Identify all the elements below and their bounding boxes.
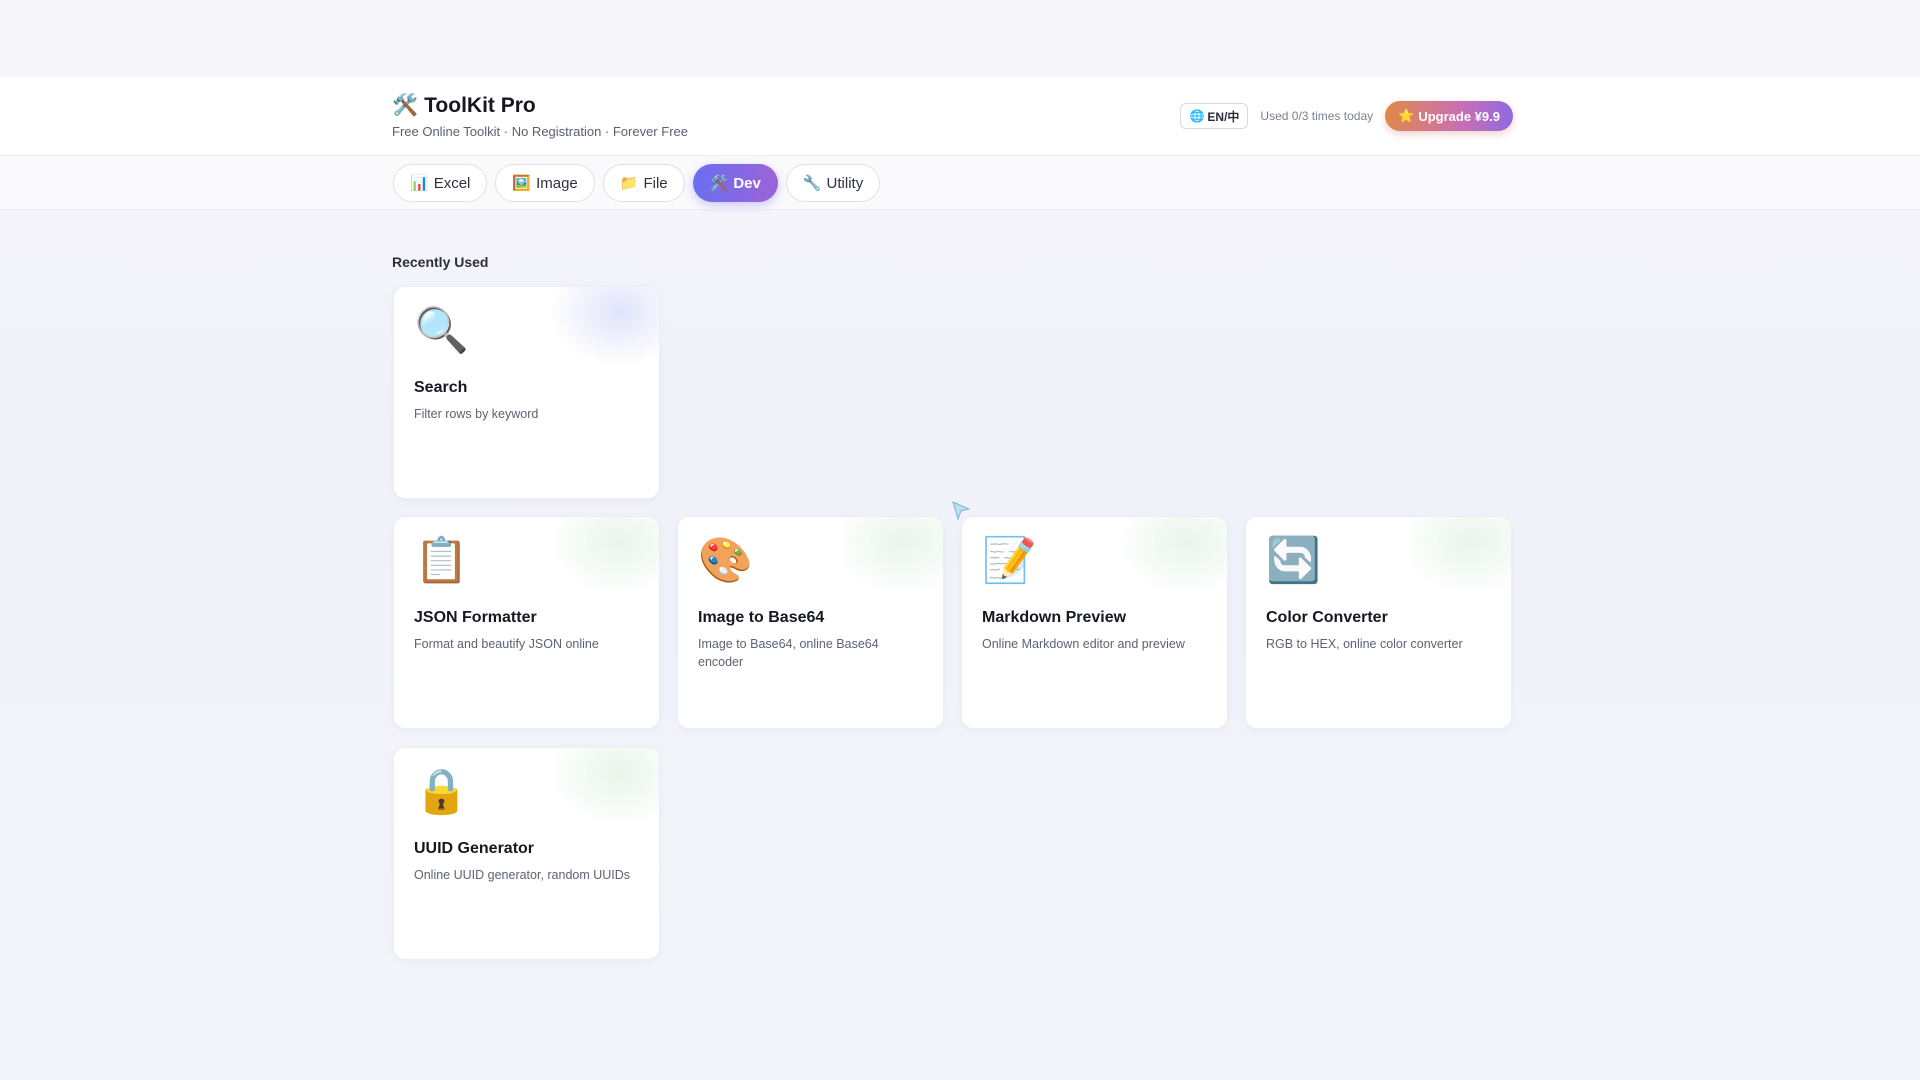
tab-file[interactable]: 📁 File — [602, 164, 685, 202]
brand: 🛠️ ToolKit Pro Free Online Toolkit · No … — [392, 94, 688, 139]
language-label: EN/中 — [1207, 109, 1240, 124]
top-band — [0, 0, 1920, 77]
wrench-icon: 🔧 — [802, 175, 822, 192]
category-tabs-bar: 📊 Excel 🖼️ Image 📁 File 🛠️ Dev 🔧 Utility — [0, 156, 1920, 210]
tools-icon: 🛠️ — [392, 94, 419, 117]
globe-icon: 🌐 — [1189, 109, 1205, 123]
tab-label: Utility — [826, 174, 864, 192]
tool-card-uuid-generator[interactable]: 🔒 UUID Generator Online UUID generator, … — [393, 747, 660, 960]
tab-label: Excel — [433, 174, 471, 192]
tool-card-markdown-preview[interactable]: 📝 Markdown Preview Online Markdown edito… — [961, 516, 1228, 729]
upgrade-button[interactable]: ⭐ Upgrade ¥9.9 — [1385, 101, 1513, 131]
tab-label: Image — [536, 174, 578, 192]
card-title: Color Converter — [1266, 609, 1388, 626]
lock-icon: 🔒 — [414, 767, 469, 816]
card-description: Filter rows by keyword — [414, 407, 539, 421]
app-title: ToolKit Pro — [424, 94, 536, 117]
tab-dev[interactable]: 🛠️ Dev — [692, 164, 778, 202]
brand-title[interactable]: 🛠️ ToolKit Pro — [392, 94, 688, 118]
card-title: Markdown Preview — [982, 609, 1127, 626]
magnifier-icon: 🔍 — [414, 306, 469, 355]
card-title: Image to Base64 — [698, 609, 825, 626]
picture-icon: 🖼️ — [512, 175, 532, 192]
bar-chart-icon: 📊 — [410, 175, 429, 192]
folder-icon: 📁 — [619, 175, 639, 192]
card-description: Image to Base64, online Base64 encoder — [698, 637, 879, 669]
tool-card-search[interactable]: 🔍 Search Filter rows by keyword — [393, 286, 660, 499]
card-description: Format and beautify JSON online — [414, 637, 599, 651]
card-title: JSON Formatter — [414, 609, 537, 626]
tool-card-color-converter[interactable]: 🔄 Color Converter RGB to HEX, online col… — [1245, 516, 1512, 729]
usage-counter: Used 0/3 times today — [1260, 109, 1374, 123]
card-description: Online Markdown editor and preview — [982, 637, 1185, 651]
recently-used-heading: Recently Used — [392, 254, 489, 270]
star-icon: ⭐ — [1398, 108, 1415, 123]
tool-card-image-to-base64[interactable]: 🎨 Image to Base64 Image to Base64, onlin… — [677, 516, 944, 729]
tab-excel[interactable]: 📊 Excel — [393, 164, 488, 202]
card-title: Search — [414, 379, 468, 396]
tab-label: File — [643, 174, 668, 192]
mouse-pointer-icon — [952, 501, 970, 521]
card-description: Online UUID generator, random UUIDs — [414, 868, 631, 882]
card-title: UUID Generator — [414, 840, 535, 857]
tab-utility[interactable]: 🔧 Utility — [785, 164, 881, 202]
tab-image[interactable]: 🖼️ Image — [495, 164, 595, 202]
tool-card-json-formatter[interactable]: 📋 JSON Formatter Format and beautify JSO… — [393, 516, 660, 729]
app-header: 🛠️ ToolKit Pro Free Online Toolkit · No … — [0, 77, 1920, 156]
language-toggle-button[interactable]: 🌐 EN/中 — [1180, 103, 1249, 129]
upgrade-label: Upgrade ¥9.9 — [1418, 108, 1500, 124]
memo-icon: 📝 — [982, 536, 1037, 585]
app-subtitle: Free Online Toolkit · No Registration · … — [392, 124, 688, 139]
clipboard-icon: 📋 — [414, 536, 469, 585]
refresh-icon: 🔄 — [1266, 536, 1321, 585]
header-actions: 🌐 EN/中 Used 0/3 times today ⭐ Upgrade ¥9… — [1180, 101, 1513, 131]
tab-label: Dev — [733, 174, 761, 192]
category-tabs: 📊 Excel 🖼️ Image 📁 File 🛠️ Dev 🔧 Utility — [393, 164, 881, 202]
palette-icon: 🎨 — [698, 536, 753, 585]
card-description: RGB to HEX, online color converter — [1266, 637, 1463, 651]
tools-icon: 🛠️ — [709, 175, 729, 192]
